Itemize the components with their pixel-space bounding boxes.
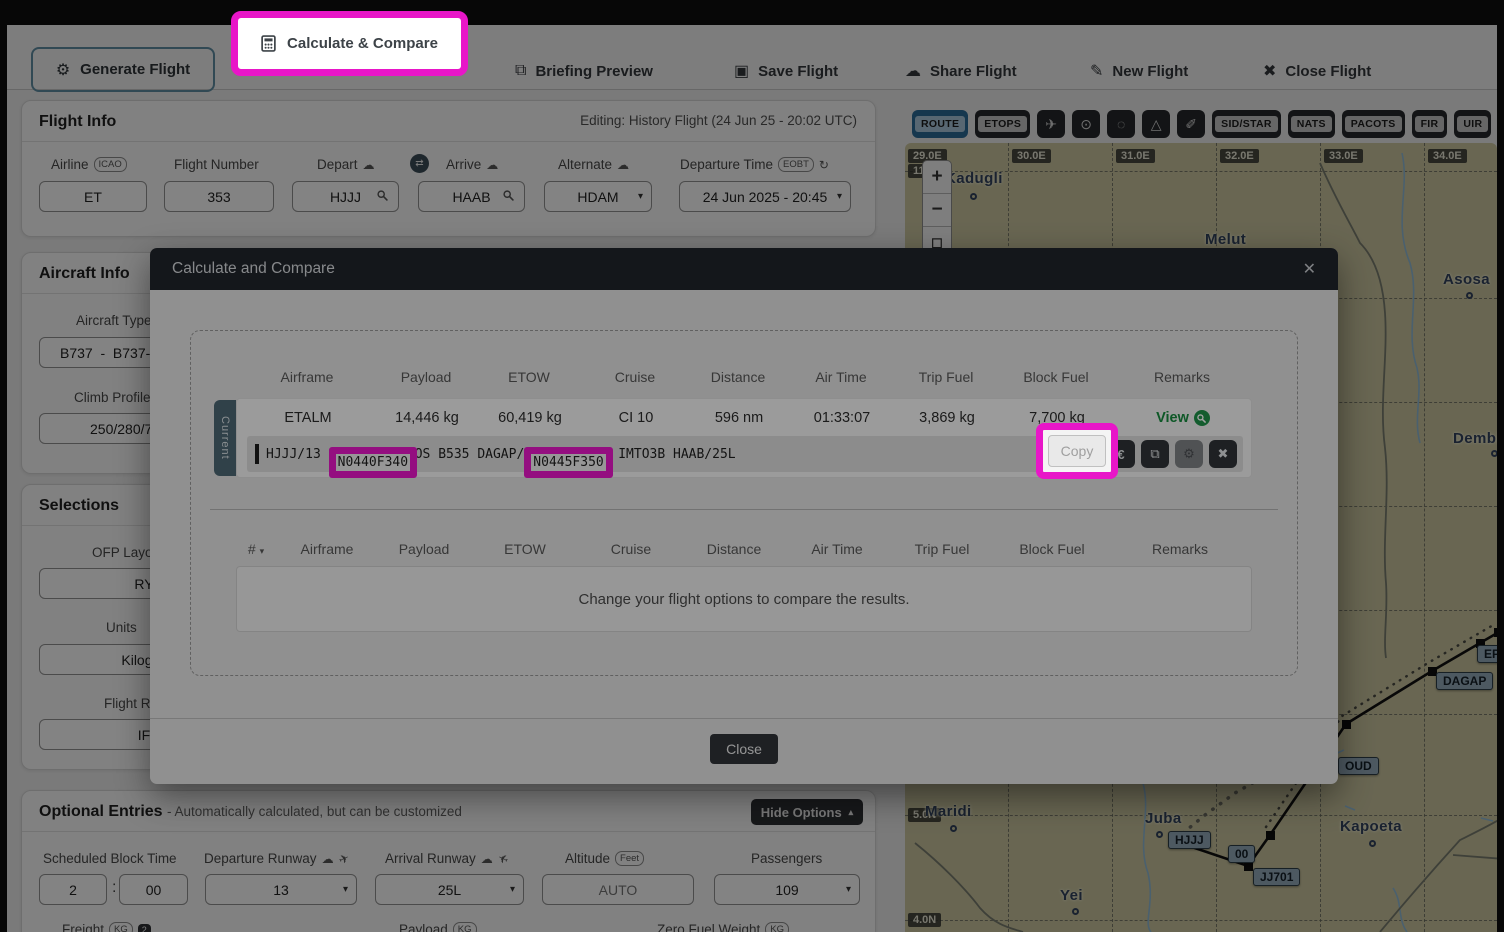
calculator-icon: [261, 35, 276, 52]
copy-route-button[interactable]: Copy: [1048, 435, 1106, 467]
calculate-compare-label: Calculate & Compare: [287, 35, 438, 52]
app-root: { "colors": { "accent_magenta": "#e816c8…: [0, 0, 1504, 932]
copy-route-highlight: Copy: [1036, 423, 1118, 479]
calculate-compare-button[interactable]: Calculate & Compare: [231, 11, 468, 76]
tutorial-dim-overlay: [0, 0, 1504, 932]
